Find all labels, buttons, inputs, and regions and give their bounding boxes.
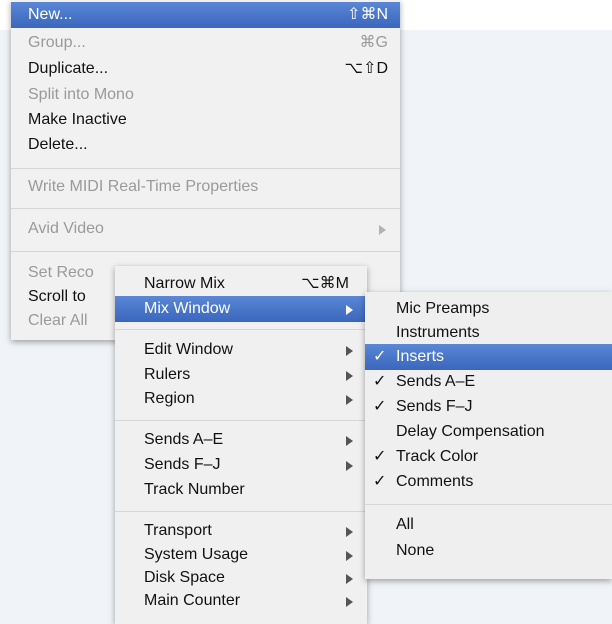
menu-item-avid-video[interactable]: Avid Video [11, 216, 400, 242]
menu-item-label: Sends A–E [396, 373, 476, 390]
submenu-item-none[interactable]: None [365, 538, 612, 564]
menu-separator [11, 208, 400, 209]
menu-item-sends-a-e[interactable]: Sends A–E [115, 427, 367, 453]
menu-item-label: Narrow Mix [144, 275, 225, 292]
menu-item-mix-window[interactable]: Mix Window [115, 296, 367, 322]
menu-item-main-counter[interactable]: Main Counter [115, 588, 367, 614]
menu-item-edit-window[interactable]: Edit Window [115, 337, 367, 363]
menu-item-label: Track Number [144, 481, 245, 498]
mix-window-submenu: Mic Preamps Instruments ✓ Inserts ✓ Send… [365, 292, 612, 579]
menu-item-label: Rulers [144, 366, 191, 383]
menu-item-transport[interactable]: Transport [115, 518, 367, 544]
submenu-item-instruments[interactable]: Instruments [365, 320, 612, 346]
submenu-arrow-icon [346, 305, 353, 315]
submenu-arrow-icon [346, 574, 353, 584]
menu-item-label: Edit Window [144, 341, 233, 358]
menu-item-label: Sends A–E [144, 431, 224, 448]
menu-item-label: Duplicate... [28, 60, 109, 77]
submenu-arrow-icon [346, 395, 353, 405]
menu-item-label: Clear All [28, 312, 88, 329]
checkmark-icon: ✓ [373, 448, 387, 465]
menu-item-make-inactive[interactable]: Make Inactive [11, 107, 400, 133]
menu-item-label: Region [144, 390, 195, 407]
menu-item-label: None [396, 542, 435, 559]
menu-separator [115, 511, 367, 512]
menu-item-label: Set Reco [28, 264, 94, 281]
menu-item-label: Make Inactive [28, 111, 127, 128]
menu-item-label: Sends F–J [144, 456, 221, 473]
submenu-arrow-icon [346, 371, 353, 381]
submenu-arrow-icon [346, 597, 353, 607]
menu-item-label: Write MIDI Real-Time Properties [28, 178, 259, 195]
submenu-arrow-icon [379, 225, 386, 235]
checkmark-icon: ✓ [373, 398, 387, 415]
menu-item-label: Sends F–J [396, 398, 473, 415]
menu-item-label: Delay Compensation [396, 423, 545, 440]
menu-item-label: Scroll to [28, 288, 86, 305]
menu-item-label: Mix Window [144, 300, 231, 317]
menu-item-label: Mic Preamps [396, 300, 490, 317]
menu-item-label: Delete... [28, 136, 88, 153]
menu-separator [115, 420, 367, 421]
checkmark-icon: ✓ [373, 473, 387, 490]
menu-item-group[interactable]: Group... ⌘G [11, 30, 400, 56]
menu-item-region[interactable]: Region [115, 386, 367, 412]
menu-item-label: All [396, 516, 414, 533]
menu-item-shortcut: ⇧⌘N [347, 6, 388, 23]
submenu-item-all[interactable]: All [365, 512, 612, 538]
submenu-item-comments[interactable]: ✓ Comments [365, 469, 612, 495]
menu-item-label: Inserts [396, 348, 445, 365]
menu-item-split-into-mono[interactable]: Split into Mono [11, 82, 400, 108]
menu-item-label: New... [28, 6, 73, 23]
menu-item-label: Main Counter [144, 592, 241, 609]
menu-item-track-number[interactable]: Track Number [115, 477, 367, 503]
menu-item-new[interactable]: New... ⇧⌘N [11, 2, 400, 28]
menu-item-rulers[interactable]: Rulers [115, 362, 367, 388]
menu-item-narrow-mix[interactable]: Narrow Mix ⌥⌘M [115, 271, 367, 297]
submenu-item-inserts[interactable]: ✓ Inserts [365, 344, 612, 370]
menu-separator [11, 251, 400, 252]
submenu-arrow-icon [346, 436, 353, 446]
menu-item-shortcut: ⌥⌘M [301, 275, 349, 292]
menu-item-label: Group... [28, 34, 86, 51]
menu-separator [11, 168, 400, 169]
menu-item-label: Avid Video [28, 220, 104, 237]
checkmark-icon: ✓ [373, 373, 387, 390]
menu-item-write-midi[interactable]: Write MIDI Real-Time Properties [11, 174, 400, 200]
checkmark-icon: ✓ [373, 348, 387, 365]
menu-item-label: Transport [144, 522, 212, 539]
submenu-item-mic-preamps[interactable]: Mic Preamps [365, 296, 612, 322]
menu-item-label: Comments [396, 473, 474, 490]
submenu-arrow-icon [346, 551, 353, 561]
submenu-arrow-icon [346, 461, 353, 471]
view-menu: Narrow Mix ⌥⌘M Mix Window Edit Window Ru… [115, 266, 367, 624]
menu-separator [115, 329, 367, 330]
submenu-item-sends-a-e[interactable]: ✓ Sends A–E [365, 369, 612, 395]
submenu-arrow-icon [346, 346, 353, 356]
submenu-item-delay-compensation[interactable]: Delay Compensation [365, 419, 612, 445]
menu-item-sends-f-j[interactable]: Sends F–J [115, 452, 367, 478]
menu-item-label: Instruments [396, 324, 480, 341]
menu-separator [365, 504, 612, 505]
menu-item-label: Track Color [396, 448, 479, 465]
menu-item-shortcut: ⌘G [359, 34, 388, 51]
submenu-arrow-icon [346, 527, 353, 537]
menu-item-shortcut: ⌥⇧D [344, 60, 388, 77]
submenu-item-sends-f-j[interactable]: ✓ Sends F–J [365, 394, 612, 420]
submenu-item-track-color[interactable]: ✓ Track Color [365, 444, 612, 470]
menu-item-delete[interactable]: Delete... [11, 132, 400, 158]
menu-item-label: Split into Mono [28, 86, 134, 103]
menu-item-duplicate[interactable]: Duplicate... ⌥⇧D [11, 56, 400, 82]
